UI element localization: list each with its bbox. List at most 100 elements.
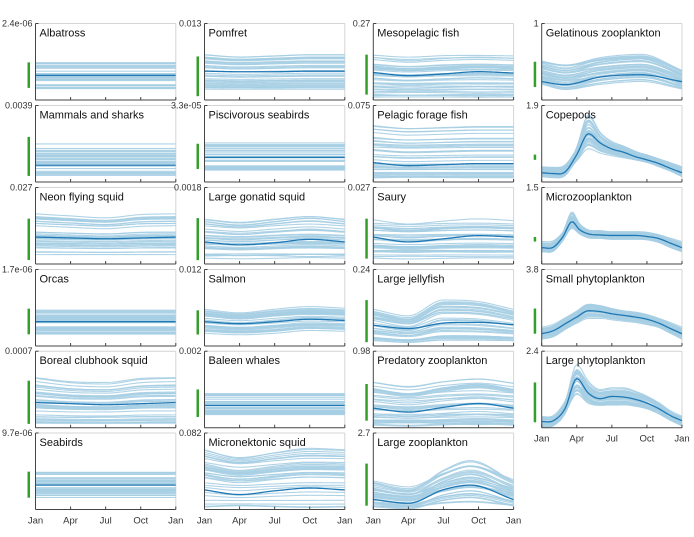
panel-title: Large zooplankton: [377, 437, 468, 449]
ensemble-line: [373, 140, 514, 144]
ensemble-group: [373, 54, 514, 98]
panel-gelatinous-zooplankton: 1 Gelatinous zooplankton: [534, 19, 683, 101]
range-bar: [27, 218, 30, 261]
panel-title: Predatory zooplankton: [377, 355, 487, 367]
x-tick-label: Oct: [133, 516, 148, 527]
range-bar: [27, 471, 30, 498]
panel-neon-flying-squid: 0.027 Neon flying squid: [10, 183, 177, 265]
range-bar: [365, 300, 368, 343]
ensemble-group: [204, 393, 345, 416]
y-max-label: 0.027: [348, 183, 371, 193]
y-max-label: 0.24: [353, 265, 371, 275]
ensemble-line: [373, 159, 514, 163]
range-bar: [196, 389, 199, 417]
panel-title: Seabirds: [40, 437, 84, 449]
panel-mammals-and-sharks: 0.0039 Mammals and sharks: [5, 101, 177, 183]
panel-title: Neon flying squid: [40, 192, 124, 204]
ensemble-group: [35, 309, 176, 335]
mean-line: [204, 70, 345, 73]
ensemble-line: [204, 78, 345, 80]
panel-large-zooplankton: 2.7 Large zooplankton Jan Apr Jul Oct Jan: [358, 428, 521, 527]
panel-baleen-whales: 0.002 Baleen whales: [179, 346, 346, 429]
ensemble-group: [35, 377, 176, 424]
ensemble-group: [204, 306, 345, 336]
ensemble-line: [373, 257, 514, 260]
x-tick-label: Apr: [63, 516, 78, 527]
y-max-label: 0.002: [179, 346, 202, 356]
x-tick-label: Jul: [437, 516, 449, 527]
ensemble-line: [373, 94, 514, 97]
y-max-label: 1.7e-06: [2, 265, 33, 275]
ensemble-group: [204, 447, 345, 508]
panel-title: Microzooplankton: [546, 192, 632, 204]
panel-title: Mammals and sharks: [40, 110, 145, 122]
ensemble-line: [373, 176, 514, 179]
range-bar: [533, 382, 537, 423]
ensemble-line: [373, 91, 514, 94]
y-max-label: 0.0018: [174, 183, 202, 193]
panel-title: Mesopelagic fish: [377, 28, 459, 40]
ensemble-group: [373, 125, 514, 179]
ensemble-line: [373, 88, 514, 91]
y-max-label: 3.3e-05: [171, 101, 202, 111]
range-bar: [27, 308, 30, 335]
x-tick-label: Jan: [674, 434, 689, 445]
y-max-label: 0.98: [353, 346, 371, 356]
panel-large-phytoplankton: 2.4 Large phytoplankton Jan Apr Jul Oct Jan: [526, 346, 689, 445]
panel-title: Pomfret: [209, 28, 248, 40]
panel-pomfret: 0.013 Pomfret: [179, 19, 346, 101]
ensemble-group: [35, 213, 176, 256]
ensemble-group: [541, 364, 683, 428]
ensemble-line: [204, 72, 345, 75]
panel-title: Micronektonic squid: [209, 437, 306, 449]
ensemble-group: [35, 62, 176, 90]
y-max-label: 0.027: [10, 183, 33, 193]
range-bar: [196, 218, 199, 261]
ensemble-group: [373, 218, 514, 260]
panel-title: Gelatinous zooplankton: [546, 28, 661, 40]
x-tick-label: Jan: [28, 516, 43, 527]
ensemble-group: [541, 53, 683, 90]
range-bar: [196, 143, 199, 170]
ensemble-line: [204, 80, 345, 83]
panel-small-phytoplankton: 3.8 Small phytoplankton: [526, 265, 683, 347]
panel-orcas: 1.7e-06 Orcas: [2, 265, 177, 347]
y-max-label: 0.075: [348, 101, 371, 111]
panel-title: Large gonatid squid: [209, 192, 306, 204]
x-tick-label: Jul: [100, 516, 112, 527]
ensemble-group: [373, 378, 514, 427]
ensemble-group: [204, 216, 345, 260]
ensemble-line: [204, 254, 345, 258]
panel-title: Baleen whales: [209, 355, 281, 367]
y-max-label: 1: [534, 19, 539, 29]
x-tick-label: Jan: [534, 434, 549, 445]
panel-saury: 0.027 Saury: [348, 183, 515, 265]
panel-title: Albatross: [40, 28, 86, 40]
x-tick-label: Jan: [506, 516, 521, 527]
ensemble-line: [35, 416, 176, 418]
ensemble-line: [373, 90, 514, 93]
y-max-label: 0.082: [179, 428, 202, 438]
x-tick-label: Jan: [168, 516, 183, 527]
x-tick-label: Jan: [337, 516, 352, 527]
ensemble-line: [373, 54, 514, 58]
panel-title: Saury: [377, 192, 406, 204]
y-max-label: 2.4e-06: [2, 19, 33, 29]
x-tick-label: Jan: [366, 516, 381, 527]
range-bar: [27, 380, 30, 424]
ensemble-line: [373, 224, 514, 227]
panel-piscivorous-seabirds: 3.3e-05 Piscivorous seabirds: [171, 101, 346, 183]
ensemble-group: [541, 114, 683, 179]
range-bar: [27, 136, 30, 176]
range-bar: [533, 154, 537, 160]
y-max-label: 1.9: [526, 101, 539, 111]
x-tick-label: Apr: [569, 434, 584, 445]
y-max-label: 9.7e-06: [2, 428, 33, 438]
y-max-label: 3.8: [526, 265, 539, 275]
ensemble-group: [373, 299, 514, 343]
ensemble-line: [373, 175, 514, 178]
range-bar: [196, 56, 199, 97]
x-tick-label: Jul: [269, 516, 281, 527]
panel-title: Small phytoplankton: [546, 274, 645, 286]
panel-predatory-zooplankton: 0.98 Predatory zooplankton: [353, 346, 515, 429]
